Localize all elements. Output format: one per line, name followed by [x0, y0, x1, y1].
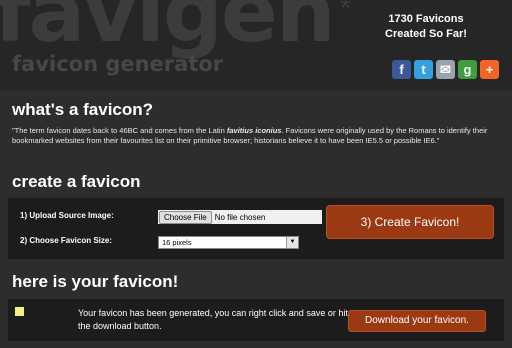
addthis-icon[interactable]: + [480, 60, 499, 79]
file-status-text: No file chosen [214, 212, 266, 222]
generated-favicon-preview[interactable] [15, 307, 24, 316]
create-heading: create a favicon [12, 172, 141, 191]
size-selected-value: 16 pixels [162, 238, 192, 247]
email-icon[interactable]: ✉ [436, 60, 455, 79]
about-heading: what's a favicon? [12, 100, 154, 119]
download-favicon-button[interactable]: Download your favicon. [348, 310, 486, 332]
site-logo[interactable]: favigen [0, 0, 336, 54]
counter-caption: Created So Far! [385, 28, 467, 40]
result-heading: here is your favicon! [12, 272, 179, 291]
counter-count: 1730 Favicons [388, 13, 464, 25]
file-upload-input[interactable]: Choose File No file chosen [158, 210, 322, 224]
result-panel: Your favicon has been generated, you can… [8, 299, 504, 341]
chevron-down-icon[interactable]: ▼ [286, 237, 298, 248]
result-message: Your favicon has been generated, you can… [78, 308, 348, 331]
upload-label: 1) Upload Source Image: [20, 211, 114, 220]
logo-star-mark: * [340, 0, 351, 23]
facebook-icon[interactable]: f [392, 60, 411, 79]
about-paragraph: "The term favicon dates back to 46BC and… [12, 126, 502, 146]
about-text-latin: favitius iconius [226, 126, 282, 135]
create-form: 1) Upload Source Image: Choose File No f… [8, 198, 504, 259]
about-text-start: "The term favicon dates back to 46BC and… [12, 126, 227, 135]
favicon-size-select[interactable]: 16 pixels ▼ [158, 236, 299, 249]
favicon-counter: 1730 Favicons Created So Far! [356, 12, 496, 42]
create-favicon-button[interactable]: 3) Create Favicon! [326, 205, 494, 239]
site-tagline: favicon generator [12, 52, 224, 76]
twitter-icon[interactable]: t [414, 60, 433, 79]
google-icon[interactable]: g [458, 60, 477, 79]
size-label: 2) Choose Favicon Size: [20, 236, 113, 245]
choose-file-button[interactable]: Choose File [159, 210, 212, 224]
site-header: favigen * favicon generator 1730 Favicon… [0, 0, 512, 90]
social-share-bar: f t ✉ g + [392, 60, 499, 79]
